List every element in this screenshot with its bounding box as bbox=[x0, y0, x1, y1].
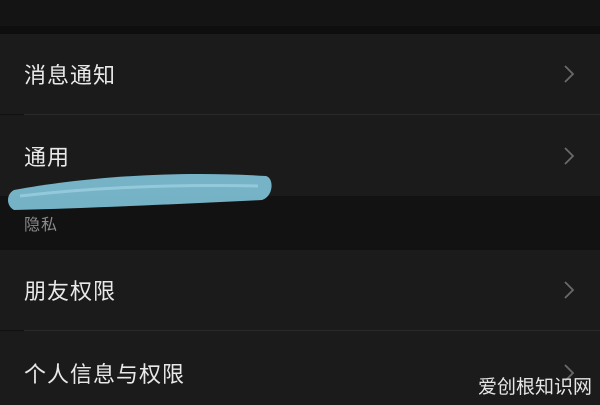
top-band bbox=[0, 0, 600, 26]
settings-item-label: 个人信息与权限 bbox=[24, 363, 186, 388]
watermark: 爱创根知识网 bbox=[477, 376, 592, 398]
settings-item-label: 朋友权限 bbox=[24, 280, 117, 305]
settings-item-notifications[interactable]: 消息通知 bbox=[0, 34, 600, 114]
chevron-right-icon bbox=[564, 146, 574, 165]
settings-item-friend-permissions[interactable]: 朋友权限 bbox=[0, 250, 600, 330]
settings-item-label: 消息通知 bbox=[24, 64, 117, 89]
top-gap bbox=[0, 26, 600, 34]
chevron-right-icon bbox=[564, 65, 574, 83]
section-header-privacy: 隐私 bbox=[0, 196, 600, 250]
section-label: 隐私 bbox=[24, 215, 59, 234]
settings-item-label: 通用 bbox=[24, 145, 71, 171]
settings-item-general[interactable]: 通用 bbox=[0, 115, 600, 196]
chevron-right-icon bbox=[564, 281, 574, 299]
